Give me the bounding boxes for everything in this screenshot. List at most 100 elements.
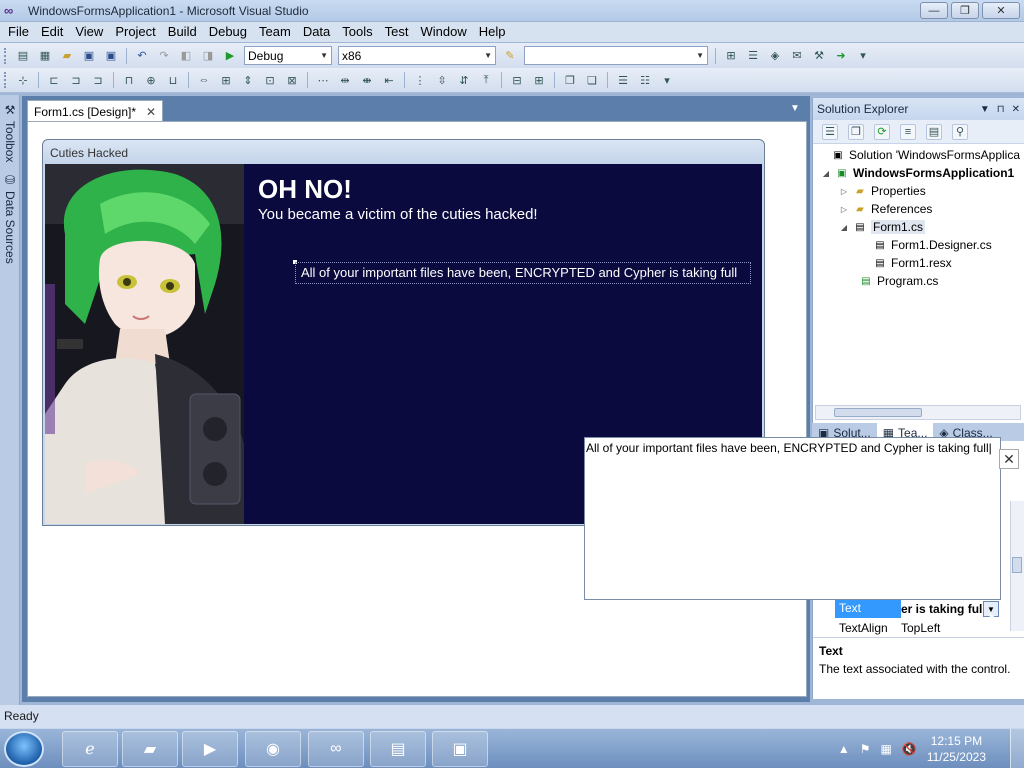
save-all-icon[interactable]: ▣: [103, 48, 119, 64]
properties-icon[interactable]: ☰: [822, 123, 838, 140]
center-horizontally-icon[interactable]: ⊟: [509, 72, 525, 88]
vertical-spacing-remove-icon[interactable]: ⤒: [478, 72, 494, 88]
align-middles-icon[interactable]: ⊕: [143, 72, 159, 88]
horizontal-spacing-decrease-icon[interactable]: ⇼: [359, 72, 375, 88]
solution-explorer-icon[interactable]: ⊞: [723, 48, 739, 64]
size-grid-icon[interactable]: ⊠: [284, 72, 300, 88]
collapse-icon[interactable]: ◢: [821, 169, 831, 178]
horizontal-scrollbar[interactable]: [815, 405, 1021, 420]
selected-body-label[interactable]: All of your important files have been, E…: [295, 262, 751, 284]
menu-project[interactable]: Project: [109, 22, 161, 42]
align-to-grid-icon[interactable]: ⊹: [15, 72, 31, 88]
menu-file[interactable]: File: [2, 22, 35, 42]
make-same-size-icon[interactable]: ⊡: [262, 72, 278, 88]
expand-icon[interactable]: ▷: [839, 187, 849, 196]
scrollbar-thumb[interactable]: [1012, 557, 1022, 573]
send-to-back-icon[interactable]: ❏: [584, 72, 600, 88]
menu-edit[interactable]: Edit: [35, 22, 69, 42]
refresh-icon[interactable]: ⟳: [874, 123, 890, 140]
make-same-width-icon[interactable]: ⇔: [196, 72, 212, 88]
vertical-spacing-decrease-icon[interactable]: ⇵: [456, 72, 472, 88]
heading-label[interactable]: OH NO!: [258, 174, 352, 205]
make-same-height-icon[interactable]: ⇕: [240, 72, 256, 88]
add-item-icon[interactable]: ▦: [37, 48, 53, 64]
menu-debug[interactable]: Debug: [203, 22, 253, 42]
subheading-label[interactable]: You became a victim of the cuties hacked…: [258, 206, 538, 223]
save-icon[interactable]: ▣: [81, 48, 97, 64]
center-vertically-icon[interactable]: ⊞: [531, 72, 547, 88]
align-rights-icon[interactable]: ⊐: [90, 72, 106, 88]
menu-tools[interactable]: Tools: [336, 22, 378, 42]
action-center-icon[interactable]: ⚑: [860, 742, 871, 756]
start-debugging-icon[interactable]: ▶: [222, 48, 238, 64]
chrome-icon[interactable]: ◉: [245, 731, 301, 767]
data-sources-tab[interactable]: ⛁ Data Sources: [2, 173, 18, 264]
menu-team[interactable]: Team: [253, 22, 297, 42]
menu-view[interactable]: View: [69, 22, 109, 42]
text-property-editor[interactable]: All of your important files have been, E…: [584, 437, 1001, 600]
toolbar-options-icon[interactable]: ▾: [659, 72, 675, 88]
scrollbar-thumb[interactable]: [834, 408, 922, 417]
visual-studio-taskbar-icon[interactable]: ∞: [308, 731, 364, 767]
menu-window[interactable]: Window: [414, 22, 472, 42]
view-code-icon[interactable]: ≡: [900, 123, 916, 140]
active-files-dropdown-icon[interactable]: ▼: [790, 103, 800, 114]
align-lefts-icon[interactable]: ⊏: [46, 72, 62, 88]
undo-icon[interactable]: ↶: [134, 48, 150, 64]
properties-window-icon[interactable]: ☰: [745, 48, 761, 64]
start-button[interactable]: [4, 731, 44, 767]
toolbar-options-icon[interactable]: ▾: [855, 48, 871, 64]
align-tops-icon[interactable]: ⊓: [121, 72, 137, 88]
lock-controls-icon[interactable]: ☷: [637, 72, 653, 88]
open-file-icon[interactable]: ▰: [59, 48, 75, 64]
toolbox-icon[interactable]: ✉: [789, 48, 805, 64]
file-explorer-icon[interactable]: ▰: [122, 731, 178, 767]
horizontal-spacing-increase-icon[interactable]: ⇹: [337, 72, 353, 88]
close-icon[interactable]: ✕: [999, 449, 1019, 469]
object-browser-icon[interactable]: ◈: [767, 48, 783, 64]
bring-to-front-icon[interactable]: ❐: [562, 72, 578, 88]
terminal-icon[interactable]: ▤: [370, 731, 426, 767]
properties-vertical-scrollbar[interactable]: [1010, 501, 1024, 631]
redo-icon[interactable]: ↷: [156, 48, 172, 64]
tree-item-solution[interactable]: ▣ Solution 'WindowsFormsApplica: [817, 146, 1020, 164]
menu-test[interactable]: Test: [379, 22, 415, 42]
toolbar-grip[interactable]: [4, 47, 8, 64]
vertical-spacing-equal-icon[interactable]: ⋮: [412, 72, 428, 88]
menu-build[interactable]: Build: [162, 22, 203, 42]
tree-item-form1-resx[interactable]: ▤ Form1.resx: [873, 254, 951, 272]
pin-icon[interactable]: ⊓: [997, 104, 1005, 115]
horizontal-spacing-equal-icon[interactable]: ⋯: [315, 72, 331, 88]
tree-item-form1[interactable]: ◢ ▤ Form1.cs: [839, 218, 926, 236]
size-to-grid-icon[interactable]: ⊞: [218, 72, 234, 88]
tab-form1-design[interactable]: Form1.cs [Design]* ✕: [27, 100, 164, 122]
property-value[interactable]: TopLeft: [901, 621, 1021, 635]
navigate-forward-icon[interactable]: ◨: [200, 48, 216, 64]
align-bottoms-icon[interactable]: ⊔: [165, 72, 181, 88]
find-in-files-icon[interactable]: ✎: [502, 48, 518, 64]
clock[interactable]: 12:15 PM 11/25/2023: [927, 733, 986, 765]
text-editor-value[interactable]: All of your important files have been, E…: [586, 441, 989, 455]
tab-order-icon[interactable]: ☰: [615, 72, 631, 88]
view-designer-icon[interactable]: ▤: [926, 123, 942, 140]
toolbar-grip[interactable]: [4, 72, 8, 88]
tree-item-program[interactable]: ▤ Program.cs: [859, 272, 938, 290]
extension-manager-icon[interactable]: ⚒: [811, 48, 827, 64]
close-tab-icon[interactable]: ✕: [146, 105, 156, 119]
minimize-button[interactable]: —: [920, 2, 948, 19]
volume-muted-icon[interactable]: 🔇: [902, 742, 917, 756]
menu-help[interactable]: Help: [473, 22, 512, 42]
tree-item-references[interactable]: ▷ ▰ References: [839, 200, 932, 218]
menu-data[interactable]: Data: [297, 22, 336, 42]
network-icon[interactable]: ▦: [881, 742, 892, 756]
show-all-files-icon[interactable]: ❐: [848, 123, 864, 140]
toolbox-tab[interactable]: ⚒ Toolbox: [2, 103, 18, 162]
align-centers-icon[interactable]: ⊐: [68, 72, 84, 88]
horizontal-spacing-remove-icon[interactable]: ⇤: [381, 72, 397, 88]
tree-item-properties[interactable]: ▷ ▰ Properties: [839, 182, 926, 200]
app-icon[interactable]: ▣: [432, 731, 488, 767]
tree-item-form1-designer[interactable]: ▤ Form1.Designer.cs: [873, 236, 991, 254]
vertical-spacing-increase-icon[interactable]: ⇳: [434, 72, 450, 88]
property-value[interactable]: er is taking full: [901, 602, 1021, 616]
expand-icon[interactable]: ▷: [839, 205, 849, 214]
